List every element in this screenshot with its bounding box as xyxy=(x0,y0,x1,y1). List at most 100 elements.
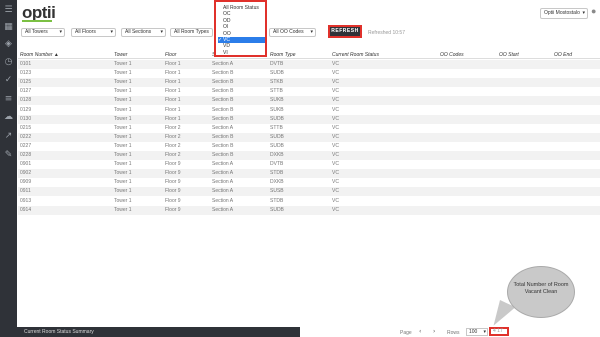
tower-filter-value: All Towers xyxy=(25,29,48,35)
cell-room-number: 0227 xyxy=(20,142,32,149)
menu-icon[interactable]: ☰ xyxy=(3,5,14,16)
room-status-option-label: OO xyxy=(223,30,231,37)
chart-icon[interactable]: ↗ xyxy=(3,131,14,142)
table-row[interactable]: 0909 Tower 1 Floor 9 Section A DXKB VC xyxy=(18,178,600,187)
cell-room-status: VC xyxy=(332,88,339,95)
column-header-current-room-status[interactable]: Current Room Status xyxy=(332,52,379,59)
wrench-icon[interactable]: ✎ xyxy=(3,150,14,161)
cell-section: Section B xyxy=(212,142,234,149)
prev-page-icon[interactable]: ‹ xyxy=(419,328,421,335)
cell-room-status: VC xyxy=(332,97,339,104)
column-header-oo-start[interactable]: OO Start xyxy=(499,52,519,59)
cell-section: Section A xyxy=(212,197,234,204)
cell-tower: Tower 1 xyxy=(114,161,132,168)
room-type-filter-value: All Room Types xyxy=(174,29,209,35)
table-row[interactable]: 0129 Tower 1 Floor 1 Section B SUKB VC xyxy=(18,106,600,115)
cell-room-type: DXKB xyxy=(270,179,284,186)
cell-room-number: 0902 xyxy=(20,170,32,177)
cell-section: Section A xyxy=(212,188,234,195)
cell-section: Section B xyxy=(212,97,234,104)
table-header: Room Number ▲ Tower Floor Section Room T… xyxy=(18,52,600,59)
cell-room-status: VC xyxy=(332,206,339,213)
table-row[interactable]: 0101 Tower 1 Floor 1 Section A DVTB VC xyxy=(18,60,600,70)
table-row[interactable]: 0901 Tower 1 Floor 9 Section A DVTB VC xyxy=(18,160,600,169)
room-status-option-label: OC xyxy=(223,11,231,18)
user-menu-button[interactable]: Optii Mostostalo ▾ xyxy=(540,8,588,19)
table-row[interactable]: 0913 Tower 1 Floor 9 Section A STDB VC xyxy=(18,197,600,206)
oo-codes-filter[interactable]: All OO Codes ▾ xyxy=(269,28,316,37)
room-status-option-label: VD xyxy=(223,43,230,50)
room-status-dropdown[interactable]: All Room Status OC OD OI OO ✓ VC VD VI xyxy=(214,0,267,57)
chevron-down-icon: ▾ xyxy=(110,29,113,35)
clock-icon[interactable]: ◷ xyxy=(3,57,14,68)
section-filter[interactable]: All Sections ▾ xyxy=(121,28,166,37)
table-row[interactable]: 0228 Tower 1 Floor 2 Section B DXKB VC xyxy=(18,151,600,161)
cell-tower: Tower 1 xyxy=(114,179,132,186)
cell-floor: Floor 9 xyxy=(165,161,181,168)
cell-room-status: VC xyxy=(332,152,339,158)
cell-section: Section B xyxy=(212,70,234,77)
table-row[interactable]: 0902 Tower 1 Floor 9 Section A STDB VC xyxy=(18,169,600,179)
left-nav-rail: ☰ ▦ ◈ ◷ ✓ ≡ ☁ ↗ ✎ xyxy=(0,0,17,337)
user-name: Optii Mostostalo xyxy=(544,10,580,16)
column-header-room-number[interactable]: Room Number ▲ xyxy=(20,52,59,59)
cell-floor: Floor 2 xyxy=(165,133,181,140)
table-row[interactable]: 0215 Tower 1 Floor 2 Section A STTB VC xyxy=(18,124,600,133)
table-row[interactable]: 0222 Tower 1 Floor 2 Section B SUDB VC xyxy=(18,132,600,142)
callout-text: Total Number of Room Vacant Clean xyxy=(513,282,569,295)
table-row[interactable]: 0911 Tower 1 Floor 9 Section A SUSB VC xyxy=(18,187,600,197)
cell-tower: Tower 1 xyxy=(114,79,132,86)
cloud-icon[interactable]: ☁ xyxy=(3,112,14,123)
list-icon[interactable]: ≡ xyxy=(3,94,14,105)
cell-room-type: SUDB xyxy=(270,133,284,140)
table-row[interactable]: 0128 Tower 1 Floor 1 Section B SUKB VC xyxy=(18,96,600,106)
table-row[interactable]: 0227 Tower 1 Floor 2 Section B SUDB VC xyxy=(18,142,600,151)
sort-asc-icon: ▲ xyxy=(53,52,59,58)
cell-room-status: VC xyxy=(332,133,339,140)
column-header-tower[interactable]: Tower xyxy=(114,52,127,59)
cell-tower: Tower 1 xyxy=(114,88,132,95)
cell-room-type: STKB xyxy=(270,79,284,86)
cell-room-type: STDB xyxy=(270,170,284,177)
cell-section: Section A xyxy=(212,206,234,213)
cell-room-status: VC xyxy=(332,79,339,86)
room-status-option-label: VC xyxy=(223,37,230,43)
rows-per-page-select[interactable]: 100 ▾ xyxy=(466,328,488,336)
grid-icon[interactable]: ▦ xyxy=(3,22,14,33)
floor-filter[interactable]: All Floors ▾ xyxy=(71,28,116,37)
tower-filter[interactable]: All Towers ▾ xyxy=(21,28,65,37)
refresh-button[interactable]: REFRESH xyxy=(328,25,362,38)
cell-room-number: 0901 xyxy=(20,161,32,168)
table-row[interactable]: 0125 Tower 1 Floor 1 Section B STKB VC xyxy=(18,78,600,88)
cell-room-type: SUDB xyxy=(270,70,284,77)
cell-floor: Floor 2 xyxy=(165,142,181,149)
cell-room-status: VC xyxy=(332,70,339,77)
cell-room-status: VC xyxy=(332,106,339,113)
cell-tower: Tower 1 xyxy=(114,61,132,67)
oo-codes-filter-value: All OO Codes xyxy=(273,29,304,35)
cell-tower: Tower 1 xyxy=(114,142,132,149)
cell-floor: Floor 9 xyxy=(165,188,181,195)
cell-tower: Tower 1 xyxy=(114,106,132,113)
next-page-icon[interactable]: › xyxy=(433,328,435,335)
check-circle-icon[interactable]: ✓ xyxy=(3,75,14,86)
layers-icon[interactable]: ◈ xyxy=(3,39,14,50)
column-header-oo-codes[interactable]: OO Codes xyxy=(440,52,464,59)
table-row[interactable]: 0130 Tower 1 Floor 1 Section B SUDB VC xyxy=(18,114,600,124)
room-type-filter[interactable]: All Room Types xyxy=(170,28,213,37)
room-status-option-label: OD xyxy=(223,17,231,24)
cell-room-type: SUKB xyxy=(270,106,284,113)
chevron-down-icon: ▾ xyxy=(59,29,62,35)
column-header-room-type[interactable]: Room Type xyxy=(270,52,295,59)
cell-room-type: SUSB xyxy=(270,188,284,195)
user-avatar-icon[interactable]: ● xyxy=(591,6,599,17)
table-row[interactable]: 0914 Tower 1 Floor 9 Section A SUDB VC xyxy=(18,205,600,215)
column-header-floor[interactable]: Floor xyxy=(165,52,176,59)
room-status-summary-bar[interactable]: Current Room Status Summary xyxy=(17,327,300,337)
cell-room-number: 0129 xyxy=(20,106,32,113)
table-row[interactable]: 0127 Tower 1 Floor 1 Section B STTB VC xyxy=(18,87,600,96)
cell-section: Section B xyxy=(212,115,234,122)
table-row[interactable]: 0123 Tower 1 Floor 1 Section B SUDB VC xyxy=(18,69,600,78)
room-status-option[interactable]: VI xyxy=(218,50,265,56)
column-header-oo-end[interactable]: OO End xyxy=(554,52,572,59)
